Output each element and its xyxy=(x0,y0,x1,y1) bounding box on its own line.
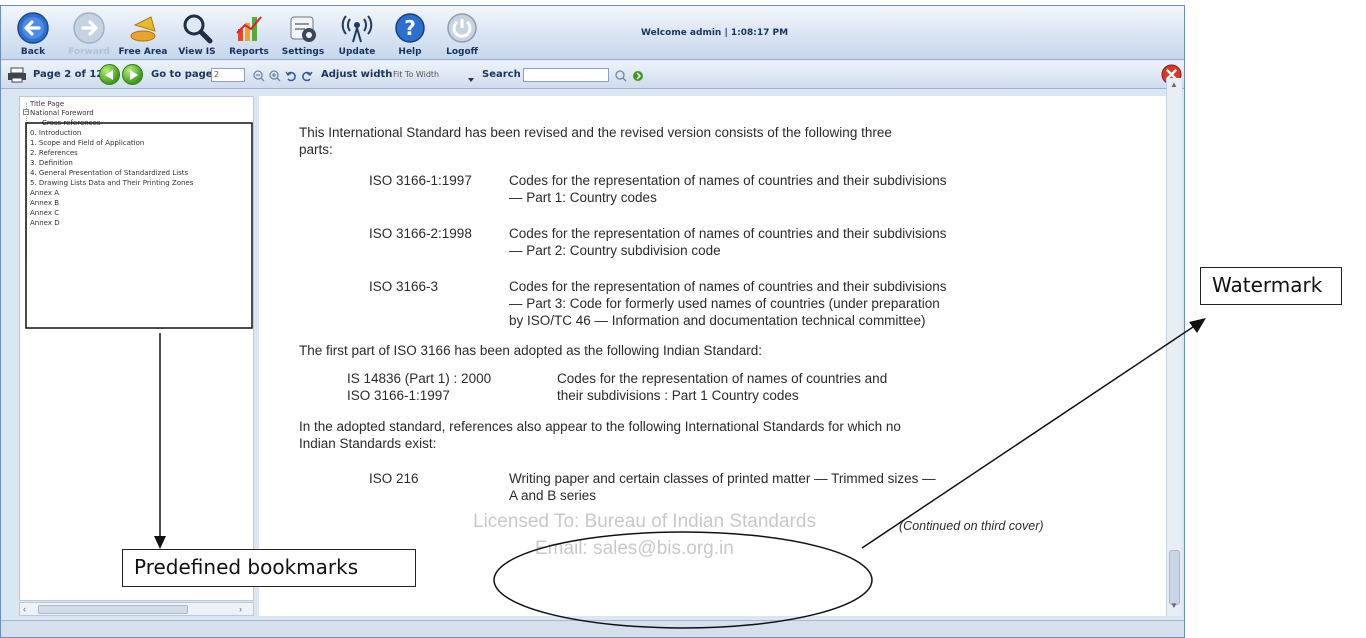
adjust-width-select[interactable]: Fit To Width xyxy=(393,68,463,82)
chevron-down-icon[interactable] xyxy=(467,71,475,82)
svg-text:?: ? xyxy=(404,16,416,40)
bookmark-item[interactable]: National Foreword xyxy=(30,109,94,117)
scrollbar-thumb[interactable] xyxy=(1169,550,1180,605)
scroll-down-icon[interactable]: ▼ xyxy=(1170,601,1178,610)
scroll-left-icon[interactable]: ‹ xyxy=(23,604,26,614)
bookmark-item[interactable]: 0. Introduction xyxy=(30,129,81,137)
iso-desc: A and B series xyxy=(509,488,597,503)
iso-code: ISO 3166-3 xyxy=(369,279,439,294)
tree-toggle-icon[interactable]: − xyxy=(23,109,29,115)
rotate-right-icon[interactable] xyxy=(301,69,313,82)
doc-paragraph: This International Standard has been rev… xyxy=(299,125,892,140)
watermark-callout: Watermark xyxy=(1200,267,1342,305)
bookmark-item[interactable]: 4. General Presentation of Standardized … xyxy=(30,169,188,177)
bookmark-item[interactable]: Title Page xyxy=(30,100,64,108)
is-code: IS 14836 (Part 1) : 2000 xyxy=(347,371,492,386)
help-question-icon: ? xyxy=(392,11,428,45)
free-area-icon xyxy=(125,11,161,45)
is-viewer-window: Back Forward Free Area View IS Reports S… xyxy=(0,5,1185,638)
iso-desc: Codes for the representation of names of… xyxy=(509,279,947,294)
bookmarks-panel: Title Page − National Foreword Cross ref… xyxy=(19,96,254,601)
magnifier-icon xyxy=(179,11,215,45)
document-vertical-scrollbar[interactable]: ▲ ▼ xyxy=(1166,78,1182,616)
bookmarks-horizontal-scrollbar[interactable]: ‹ › xyxy=(19,602,254,616)
bookmark-item[interactable]: 3. Definition xyxy=(30,159,73,167)
rotate-left-icon[interactable] xyxy=(285,69,297,82)
bookmarks-callout: Predefined bookmarks xyxy=(122,549,416,587)
zoom-out-icon[interactable] xyxy=(253,69,265,82)
adjust-width-label: Adjust width xyxy=(321,69,393,80)
is-desc: their subdivisions : Part 1 Country code… xyxy=(557,388,799,403)
back-arrow-icon xyxy=(15,11,51,45)
scroll-up-icon[interactable]: ▲ xyxy=(1170,80,1178,89)
doc-paragraph: In the adopted standard, references also… xyxy=(299,419,901,434)
search-label: Search xyxy=(482,69,521,80)
search-input[interactable] xyxy=(523,68,609,82)
next-page-button[interactable] xyxy=(122,64,143,85)
update-button[interactable]: Update xyxy=(329,8,385,58)
goto-page-input[interactable]: 2 xyxy=(211,68,245,82)
logoff-button[interactable]: Logoff xyxy=(434,8,490,58)
iso-desc: Codes for the representation of names of… xyxy=(509,226,947,241)
is-desc: Codes for the representation of names of… xyxy=(557,371,888,386)
welcome-status: Welcome admin | 1:08:17 PM xyxy=(641,28,789,38)
search-icon[interactable] xyxy=(615,69,627,82)
zoom-in-icon[interactable] xyxy=(269,69,281,82)
bookmark-item[interactable]: Annex D xyxy=(30,219,60,227)
bookmark-item[interactable]: Annex A xyxy=(30,189,59,197)
iso-desc: by ISO/TC 46 — Information and documenta… xyxy=(509,313,926,328)
goto-page-label: Go to page xyxy=(151,69,213,80)
watermark-email: Email: sales@bis.org.in xyxy=(535,538,734,559)
tree-line xyxy=(26,103,27,261)
printer-icon[interactable] xyxy=(7,67,27,83)
left-arrow-icon xyxy=(105,70,113,80)
doc-paragraph: The first part of ISO 3166 has been adop… xyxy=(299,343,763,358)
iso-desc: Writing paper and certain classes of pri… xyxy=(509,471,936,486)
settings-button[interactable]: Settings xyxy=(275,8,331,58)
forward-arrow-icon xyxy=(71,11,107,45)
document-page: This International Standard has been rev… xyxy=(259,96,1166,616)
bookmark-item[interactable]: 1. Scope and Field of Application xyxy=(30,139,144,147)
arrow-up-right-icon xyxy=(1189,318,1206,333)
settings-icon xyxy=(285,11,321,45)
screenshot-stage: Back Forward Free Area View IS Reports S… xyxy=(0,0,1366,638)
bookmark-item[interactable]: Annex C xyxy=(30,209,59,217)
previous-page-button[interactable] xyxy=(99,64,120,85)
status-bar xyxy=(1,620,1184,637)
reports-button[interactable]: Reports xyxy=(221,8,277,58)
scrollbar-thumb[interactable] xyxy=(38,605,188,614)
logoff-icon xyxy=(444,11,480,45)
continued-note: (Continued on third cover) xyxy=(899,519,1044,533)
bookmark-item[interactable]: 5. Drawing Lists Data and Their Printing… xyxy=(30,179,193,187)
bookmark-item[interactable]: Cross references xyxy=(42,119,101,127)
iso-code: ISO 3166-2:1998 xyxy=(369,226,472,241)
search-go-icon[interactable] xyxy=(632,69,644,81)
iso-desc: — Part 1: Country codes xyxy=(509,190,657,205)
navigation-bar: Page 2 of 12 Go to page 2 Adjust width F… xyxy=(1,61,1184,89)
reports-chart-icon xyxy=(231,11,267,45)
bookmark-item[interactable]: Annex B xyxy=(30,199,59,207)
doc-paragraph: parts: xyxy=(299,142,333,157)
doc-paragraph: Indian Standards exist: xyxy=(299,436,437,451)
back-button[interactable]: Back xyxy=(5,8,61,58)
iso-code: ISO 216 xyxy=(369,471,419,486)
iso-desc: Codes for the representation of names of… xyxy=(509,173,947,188)
forward-button[interactable]: Forward xyxy=(61,8,117,58)
right-arrow-icon xyxy=(130,70,138,80)
page-status: Page 2 of 12 xyxy=(33,69,104,80)
help-button[interactable]: ? Help xyxy=(382,8,438,58)
antenna-update-icon xyxy=(339,11,375,45)
view-is-button[interactable]: View IS xyxy=(169,8,225,58)
iso-desc: — Part 3: Code for formerly used names o… xyxy=(509,296,940,311)
iso-code: ISO 3166-1:1997 xyxy=(369,173,472,188)
free-area-button[interactable]: Free Area xyxy=(115,8,171,58)
watermark-license: Licensed To: Bureau of Indian Standards xyxy=(473,511,816,532)
main-toolbar: Back Forward Free Area View IS Reports S… xyxy=(1,6,1184,60)
bookmark-item[interactable]: 2. References xyxy=(30,149,78,157)
iso-desc: — Part 2: Country subdivision code xyxy=(509,243,721,258)
is-code: ISO 3166-1:1997 xyxy=(347,388,450,403)
scroll-right-icon[interactable]: › xyxy=(239,604,242,614)
